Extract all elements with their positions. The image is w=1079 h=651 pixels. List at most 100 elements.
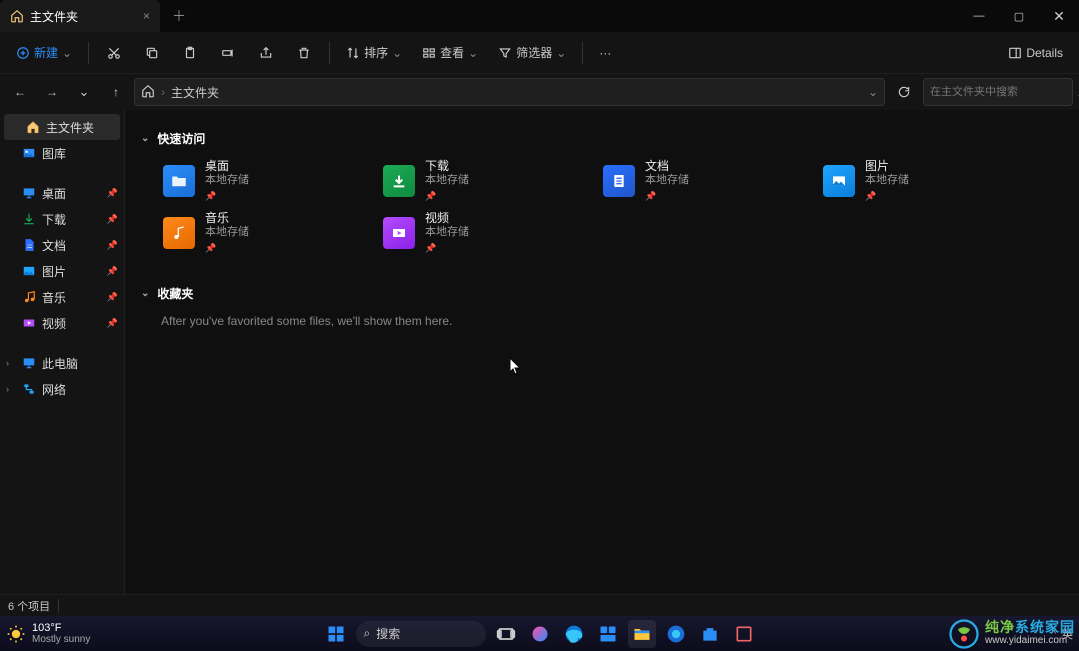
up-button[interactable]: ↑: [102, 78, 130, 106]
sidebar-item-home[interactable]: 主文件夹: [4, 114, 120, 140]
trash-icon: [297, 46, 311, 60]
sidebar-item-pictures[interactable]: 图片📌: [0, 258, 124, 284]
sidebar-item-music[interactable]: 音乐📌: [0, 284, 124, 310]
widgets-button[interactable]: [594, 620, 622, 648]
sidebar-item-network[interactable]: ›网络: [0, 376, 124, 402]
snip-button[interactable]: [730, 620, 758, 648]
details-button[interactable]: Details: [1000, 46, 1071, 60]
tile-music[interactable]: 音乐本地存储📌: [161, 211, 371, 255]
start-button[interactable]: [322, 620, 350, 648]
copilot-icon: [530, 624, 550, 644]
tab-close-icon[interactable]: ×: [143, 9, 150, 23]
close-button[interactable]: ✕: [1039, 0, 1079, 32]
explorer-icon: [632, 624, 652, 644]
tile-name: 图片: [865, 159, 909, 173]
system-tray[interactable]: ^ 英: [1051, 626, 1073, 642]
rename-button[interactable]: [211, 38, 245, 68]
new-button[interactable]: 新建 ⌄: [8, 38, 80, 68]
tile-sub: 本地存储: [205, 225, 249, 239]
sidebar-item-desktop[interactable]: 桌面📌: [0, 180, 124, 206]
cut-button[interactable]: [97, 38, 131, 68]
sidebar-item-gallery[interactable]: 图库: [0, 140, 124, 166]
search-input[interactable]: [930, 86, 1072, 98]
copy-button[interactable]: [135, 38, 169, 68]
gallery-icon: [22, 146, 36, 160]
document-icon: [22, 238, 36, 252]
tray-caret-icon[interactable]: ^: [1051, 628, 1056, 640]
back-button[interactable]: ←: [6, 78, 34, 106]
refresh-icon: [897, 85, 911, 99]
search-bar[interactable]: ⌕: [923, 78, 1073, 106]
sidebar-item-downloads[interactable]: 下载 📌: [0, 206, 124, 232]
edge2-button[interactable]: [662, 620, 690, 648]
sidebar-item-videos[interactable]: 视频📌: [0, 310, 124, 336]
separator: [329, 42, 330, 64]
pictures-icon: [22, 264, 36, 278]
tile-sub: 本地存储: [645, 173, 689, 187]
weather-widget[interactable]: 103°F Mostly sunny: [6, 623, 90, 645]
paste-button[interactable]: [173, 38, 207, 68]
main-content: ⌄ 快速访问 桌面本地存储📌 下载本地存储📌 文档本地存储📌 图片本地存储📌: [125, 110, 1079, 616]
taskbar-search[interactable]: ⌕ 搜索: [356, 621, 486, 647]
copilot-button[interactable]: [526, 620, 554, 648]
weather-desc: Mostly sunny: [32, 634, 90, 645]
address-bar[interactable]: › 主文件夹 ⌄: [134, 78, 885, 106]
tray-lang[interactable]: 英: [1062, 626, 1073, 642]
desktop-icon: [22, 186, 36, 200]
status-bar: 6 个项目: [0, 594, 1079, 616]
taskview-button[interactable]: [492, 620, 520, 648]
filter-button[interactable]: 筛选器 ⌄: [490, 38, 574, 68]
sidebar-item-documents[interactable]: 文档📌: [0, 232, 124, 258]
new-tab-button[interactable]: ＋: [160, 6, 198, 26]
maximize-button[interactable]: ▢: [999, 0, 1039, 32]
download-icon: [22, 212, 36, 226]
sort-button[interactable]: 排序 ⌄: [338, 38, 410, 68]
view-button[interactable]: 查看 ⌄: [414, 38, 486, 68]
sidebar-item-thispc[interactable]: ›此电脑: [0, 350, 124, 376]
search-icon: ⌕: [364, 626, 371, 641]
share-icon: [259, 46, 273, 60]
tile-downloads[interactable]: 下载本地存储📌: [381, 159, 591, 203]
tab-main[interactable]: 主文件夹 ×: [0, 0, 160, 32]
share-button[interactable]: [249, 38, 283, 68]
chevron-right-icon[interactable]: ›: [6, 384, 16, 394]
tile-documents[interactable]: 文档本地存储📌: [601, 159, 811, 203]
sidebar: 主文件夹 图库 桌面📌 下载📌 文档📌 图片📌 音乐📌 视频📌 ›此电脑 ›网络: [0, 110, 125, 616]
store-button[interactable]: [696, 620, 724, 648]
edge-button[interactable]: [560, 620, 588, 648]
recent-button[interactable]: ⌄: [70, 78, 98, 106]
breadcrumb[interactable]: 主文件夹: [171, 84, 219, 101]
taskbar-search-label: 搜索: [376, 625, 400, 642]
copy-icon: [145, 46, 159, 60]
window-controls: — ▢ ✕: [959, 0, 1079, 32]
tile-videos[interactable]: 视频本地存储📌: [381, 211, 591, 255]
section-favorites-header[interactable]: ⌄ 收藏夹: [141, 285, 1063, 302]
details-label: Details: [1026, 46, 1063, 60]
tile-pictures[interactable]: 图片本地存储📌: [821, 159, 1031, 203]
pin-icon: 📌: [107, 240, 118, 251]
refresh-button[interactable]: [889, 78, 919, 106]
filter-icon: [498, 46, 512, 60]
tab-title: 主文件夹: [30, 8, 137, 25]
plus-circle-icon: [16, 46, 30, 60]
new-label: 新建: [34, 44, 58, 61]
chevron-down-icon: ⌄: [141, 288, 149, 299]
tile-sub: 本地存储: [425, 225, 469, 239]
sidebar-item-label: 下载: [42, 211, 66, 228]
pin-icon: 📌: [107, 214, 118, 225]
explorer-button[interactable]: [628, 620, 656, 648]
more-button[interactable]: ···: [591, 38, 619, 68]
section-quickaccess-header[interactable]: ⌄ 快速访问: [141, 130, 1063, 147]
address-dropdown-icon[interactable]: ⌄: [868, 85, 878, 99]
home-icon: [26, 120, 40, 134]
minimize-button[interactable]: —: [959, 0, 999, 32]
forward-button[interactable]: →: [38, 78, 66, 106]
chevron-right-icon[interactable]: ›: [6, 358, 16, 368]
sidebar-item-label: 图片: [42, 263, 66, 280]
sidebar-item-label: 图库: [42, 145, 66, 162]
tile-desktop[interactable]: 桌面本地存储📌: [161, 159, 371, 203]
music-icon: [22, 290, 36, 304]
delete-button[interactable]: [287, 38, 321, 68]
sidebar-item-label: 音乐: [42, 289, 66, 306]
tile-sub: 本地存储: [205, 173, 249, 187]
